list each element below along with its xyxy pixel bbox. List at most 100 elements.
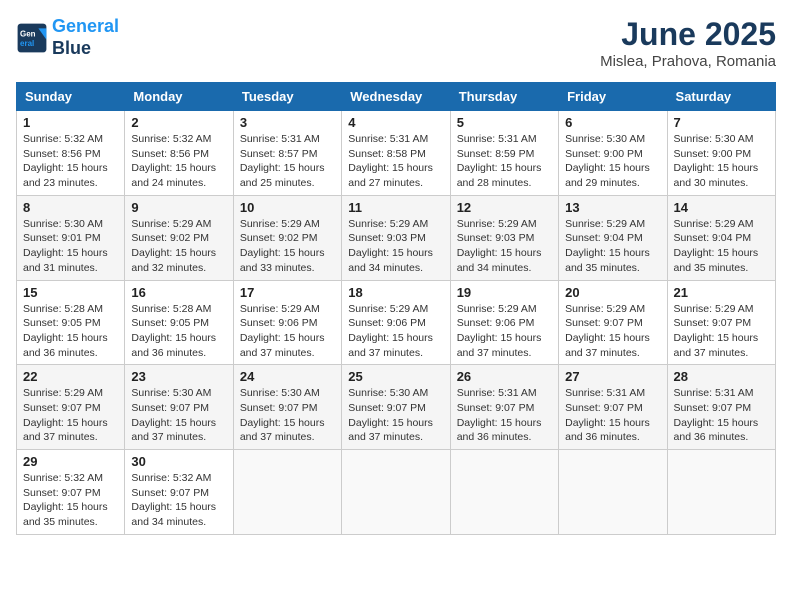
table-row bbox=[342, 450, 450, 535]
day-number: 4 bbox=[348, 115, 443, 130]
day-number: 10 bbox=[240, 200, 335, 215]
day-info: Sunrise: 5:28 AMSunset: 9:05 PMDaylight:… bbox=[131, 302, 226, 361]
day-number: 21 bbox=[674, 285, 769, 300]
logo-text: GeneralBlue bbox=[52, 16, 119, 59]
col-thursday: Thursday bbox=[450, 83, 558, 111]
table-row: 23 Sunrise: 5:30 AMSunset: 9:07 PMDayligh… bbox=[125, 365, 233, 450]
day-info: Sunrise: 5:31 AMSunset: 8:58 PMDaylight:… bbox=[348, 132, 443, 191]
day-number: 28 bbox=[674, 369, 769, 384]
day-info: Sunrise: 5:31 AMSunset: 9:07 PMDaylight:… bbox=[674, 386, 769, 445]
day-number: 26 bbox=[457, 369, 552, 384]
col-tuesday: Tuesday bbox=[233, 83, 341, 111]
day-number: 30 bbox=[131, 454, 226, 469]
month-title: June 2025 bbox=[600, 16, 776, 53]
day-number: 24 bbox=[240, 369, 335, 384]
day-info: Sunrise: 5:31 AMSunset: 8:57 PMDaylight:… bbox=[240, 132, 335, 191]
logo-icon: Gen eral bbox=[16, 22, 48, 54]
table-row: 10 Sunrise: 5:29 AMSunset: 9:02 PMDayligh… bbox=[233, 195, 341, 280]
table-row: 17 Sunrise: 5:29 AMSunset: 9:06 PMDayligh… bbox=[233, 280, 341, 365]
day-info: Sunrise: 5:30 AMSunset: 9:07 PMDaylight:… bbox=[240, 386, 335, 445]
day-info: Sunrise: 5:31 AMSunset: 9:07 PMDaylight:… bbox=[565, 386, 660, 445]
day-number: 17 bbox=[240, 285, 335, 300]
col-wednesday: Wednesday bbox=[342, 83, 450, 111]
title-area: June 2025 Mislea, Prahova, Romania bbox=[600, 16, 776, 70]
table-row: 20 Sunrise: 5:29 AMSunset: 9:07 PMDayligh… bbox=[559, 280, 667, 365]
day-number: 2 bbox=[131, 115, 226, 130]
day-number: 16 bbox=[131, 285, 226, 300]
day-info: Sunrise: 5:30 AMSunset: 9:07 PMDaylight:… bbox=[348, 386, 443, 445]
day-number: 5 bbox=[457, 115, 552, 130]
col-friday: Friday bbox=[559, 83, 667, 111]
table-row: 3 Sunrise: 5:31 AMSunset: 8:57 PMDaylight… bbox=[233, 111, 341, 196]
table-row: 24 Sunrise: 5:30 AMSunset: 9:07 PMDayligh… bbox=[233, 365, 341, 450]
table-row: 30 Sunrise: 5:32 AMSunset: 9:07 PMDayligh… bbox=[125, 450, 233, 535]
table-row: 12Sunrise: 5:29 AMSunset: 9:03 PMDayligh… bbox=[450, 195, 558, 280]
page-header: Gen eral GeneralBlue June 2025 Mislea, P… bbox=[16, 16, 776, 70]
table-row: 19 Sunrise: 5:29 AMSunset: 9:06 PMDayligh… bbox=[450, 280, 558, 365]
table-row: 26 Sunrise: 5:31 AMSunset: 9:07 PMDayligh… bbox=[450, 365, 558, 450]
day-info: Sunrise: 5:29 AMSunset: 9:04 PMDaylight:… bbox=[674, 217, 769, 276]
svg-text:Gen: Gen bbox=[20, 29, 36, 38]
table-row: 15Sunrise: 5:28 AMSunset: 9:05 PMDayligh… bbox=[17, 280, 125, 365]
day-info: Sunrise: 5:29 AMSunset: 9:06 PMDaylight:… bbox=[240, 302, 335, 361]
table-row: 28 Sunrise: 5:31 AMSunset: 9:07 PMDayligh… bbox=[667, 365, 775, 450]
table-row: 25Sunrise: 5:30 AMSunset: 9:07 PMDayligh… bbox=[342, 365, 450, 450]
table-row: 29 Sunrise: 5:32 AMSunset: 9:07 PMDayligh… bbox=[17, 450, 125, 535]
day-info: Sunrise: 5:29 AMSunset: 9:03 PMDaylight:… bbox=[457, 217, 552, 276]
day-number: 8 bbox=[23, 200, 118, 215]
col-sunday: Sunday bbox=[17, 83, 125, 111]
svg-text:eral: eral bbox=[20, 39, 34, 48]
day-info: Sunrise: 5:29 AMSunset: 9:04 PMDaylight:… bbox=[565, 217, 660, 276]
day-info: Sunrise: 5:29 AMSunset: 9:07 PMDaylight:… bbox=[565, 302, 660, 361]
table-row: 2 Sunrise: 5:32 AMSunset: 8:56 PMDaylight… bbox=[125, 111, 233, 196]
day-number: 19 bbox=[457, 285, 552, 300]
day-info: Sunrise: 5:32 AMSunset: 9:07 PMDaylight:… bbox=[131, 471, 226, 530]
calendar-header-row: Sunday Monday Tuesday Wednesday Thursday… bbox=[17, 83, 776, 111]
day-info: Sunrise: 5:29 AMSunset: 9:02 PMDaylight:… bbox=[240, 217, 335, 276]
day-number: 7 bbox=[674, 115, 769, 130]
day-info: Sunrise: 5:31 AMSunset: 8:59 PMDaylight:… bbox=[457, 132, 552, 191]
day-number: 18 bbox=[348, 285, 443, 300]
table-row: 16 Sunrise: 5:28 AMSunset: 9:05 PMDayligh… bbox=[125, 280, 233, 365]
table-row bbox=[667, 450, 775, 535]
day-info: Sunrise: 5:29 AMSunset: 9:06 PMDaylight:… bbox=[457, 302, 552, 361]
table-row: 5 Sunrise: 5:31 AMSunset: 8:59 PMDaylight… bbox=[450, 111, 558, 196]
day-info: Sunrise: 5:32 AMSunset: 9:07 PMDaylight:… bbox=[23, 471, 118, 530]
day-number: 9 bbox=[131, 200, 226, 215]
location: Mislea, Prahova, Romania bbox=[600, 53, 776, 70]
calendar-table: Sunday Monday Tuesday Wednesday Thursday… bbox=[16, 82, 776, 535]
day-info: Sunrise: 5:32 AMSunset: 8:56 PMDaylight:… bbox=[131, 132, 226, 191]
table-row: 13 Sunrise: 5:29 AMSunset: 9:04 PMDayligh… bbox=[559, 195, 667, 280]
day-number: 29 bbox=[23, 454, 118, 469]
table-row: 27 Sunrise: 5:31 AMSunset: 9:07 PMDayligh… bbox=[559, 365, 667, 450]
table-row: 7 Sunrise: 5:30 AMSunset: 9:00 PMDaylight… bbox=[667, 111, 775, 196]
table-row: 1Sunrise: 5:32 AMSunset: 8:56 PMDaylight… bbox=[17, 111, 125, 196]
table-row: 4 Sunrise: 5:31 AMSunset: 8:58 PMDaylight… bbox=[342, 111, 450, 196]
day-info: Sunrise: 5:30 AMSunset: 9:00 PMDaylight:… bbox=[674, 132, 769, 191]
day-number: 20 bbox=[565, 285, 660, 300]
day-info: Sunrise: 5:29 AMSunset: 9:02 PMDaylight:… bbox=[131, 217, 226, 276]
day-info: Sunrise: 5:29 AMSunset: 9:03 PMDaylight:… bbox=[348, 217, 443, 276]
table-row: 21 Sunrise: 5:29 AMSunset: 9:07 PMDayligh… bbox=[667, 280, 775, 365]
table-row: 11Sunrise: 5:29 AMSunset: 9:03 PMDayligh… bbox=[342, 195, 450, 280]
day-info: Sunrise: 5:31 AMSunset: 9:07 PMDaylight:… bbox=[457, 386, 552, 445]
table-row bbox=[450, 450, 558, 535]
table-row: 9 Sunrise: 5:29 AMSunset: 9:02 PMDaylight… bbox=[125, 195, 233, 280]
table-row: 18Sunrise: 5:29 AMSunset: 9:06 PMDayligh… bbox=[342, 280, 450, 365]
day-info: Sunrise: 5:30 AMSunset: 9:01 PMDaylight:… bbox=[23, 217, 118, 276]
day-info: Sunrise: 5:29 AMSunset: 9:07 PMDaylight:… bbox=[674, 302, 769, 361]
table-row bbox=[559, 450, 667, 535]
day-info: Sunrise: 5:30 AMSunset: 9:07 PMDaylight:… bbox=[131, 386, 226, 445]
day-number: 3 bbox=[240, 115, 335, 130]
table-row: 14Sunrise: 5:29 AMSunset: 9:04 PMDayligh… bbox=[667, 195, 775, 280]
day-number: 13 bbox=[565, 200, 660, 215]
day-info: Sunrise: 5:30 AMSunset: 9:00 PMDaylight:… bbox=[565, 132, 660, 191]
logo: Gen eral GeneralBlue bbox=[16, 16, 119, 59]
day-number: 1 bbox=[23, 115, 118, 130]
table-row: 6Sunrise: 5:30 AMSunset: 9:00 PMDaylight… bbox=[559, 111, 667, 196]
table-row: 8 Sunrise: 5:30 AMSunset: 9:01 PMDaylight… bbox=[17, 195, 125, 280]
col-monday: Monday bbox=[125, 83, 233, 111]
day-number: 27 bbox=[565, 369, 660, 384]
day-number: 15 bbox=[23, 285, 118, 300]
day-number: 23 bbox=[131, 369, 226, 384]
